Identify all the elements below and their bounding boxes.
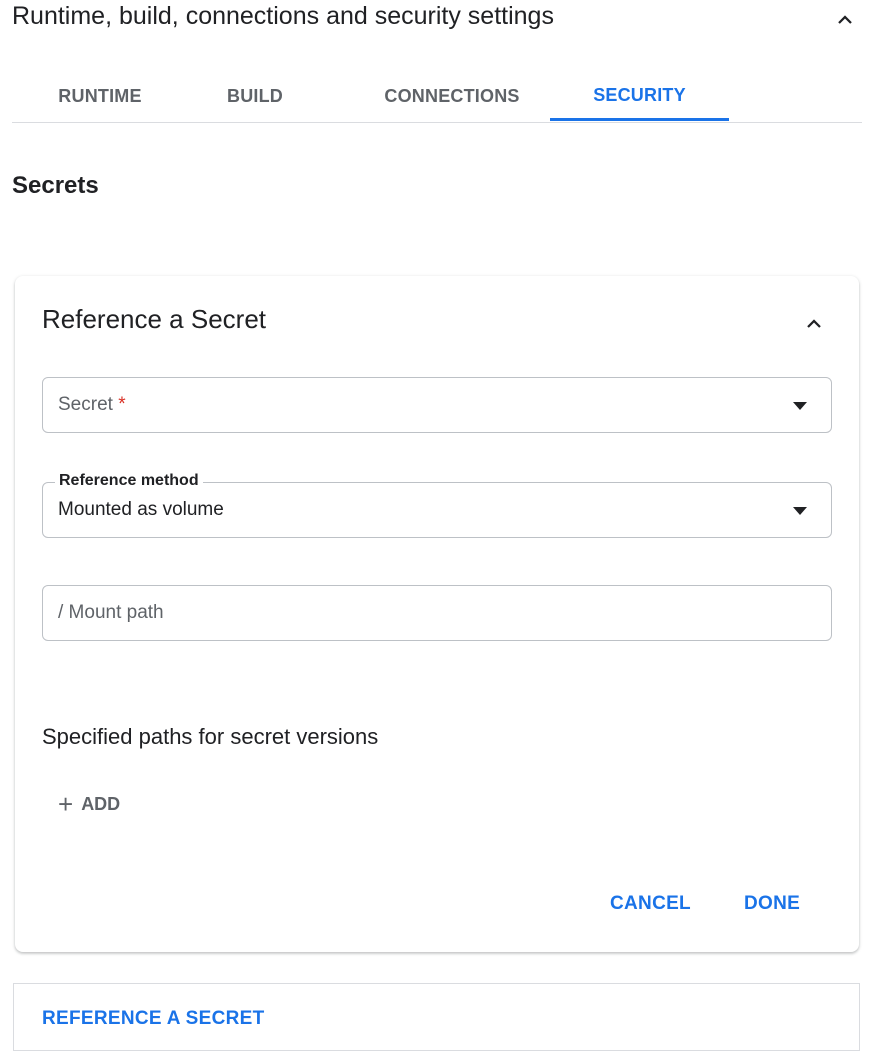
cancel-button[interactable]: CANCEL: [610, 893, 691, 915]
secret-label: Secret: [58, 394, 113, 415]
tab-security[interactable]: SECURITY: [550, 72, 729, 121]
paths-heading: Specified paths for secret versions: [42, 724, 379, 749]
reference-secret-card: Reference a Secret Secret * Reference me…: [15, 276, 859, 952]
card-title: Reference a Secret: [42, 304, 267, 334]
mount-path-placeholder: / Mount path: [58, 602, 164, 623]
secrets-heading: Secrets: [12, 172, 99, 199]
add-label: ADD: [81, 793, 121, 814]
reference-method-label: Reference method: [55, 472, 203, 490]
chevron-up-icon[interactable]: [833, 8, 857, 32]
reference-secret-button[interactable]: REFERENCE A SECRET: [42, 1008, 265, 1030]
plus-icon: +: [58, 789, 74, 819]
tab-connections[interactable]: CONNECTIONS: [352, 72, 552, 120]
tab-bar: RUNTIME BUILD CONNECTIONS SECURITY: [12, 72, 862, 123]
mount-path-input[interactable]: / Mount path: [42, 585, 832, 641]
reference-secret-container: REFERENCE A SECRET: [13, 983, 860, 1051]
dropdown-arrow-icon[interactable]: [793, 402, 807, 410]
section-title: Runtime, build, connections and security…: [12, 2, 554, 30]
tab-build[interactable]: BUILD: [210, 72, 300, 120]
required-mark: *: [118, 394, 126, 415]
reference-method-value: Mounted as volume: [58, 499, 224, 520]
secret-select[interactable]: Secret *: [42, 377, 832, 433]
done-button[interactable]: DONE: [744, 893, 800, 915]
reference-method-select[interactable]: Reference method Mounted as volume: [42, 472, 832, 538]
add-path-button[interactable]: + ADD: [58, 791, 120, 817]
tab-runtime[interactable]: RUNTIME: [40, 72, 160, 120]
dropdown-arrow-icon[interactable]: [793, 507, 807, 515]
chevron-up-icon[interactable]: [802, 312, 826, 336]
